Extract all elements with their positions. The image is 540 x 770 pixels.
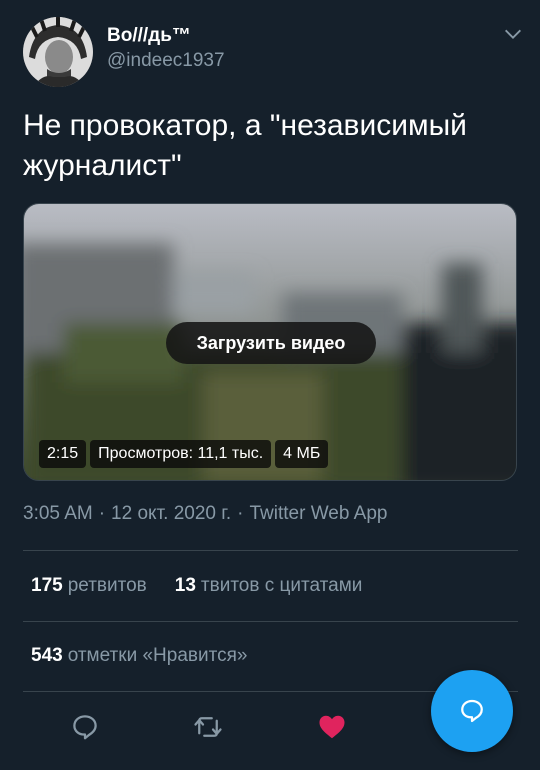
- divider: [23, 550, 518, 551]
- compose-icon: [461, 699, 483, 723]
- engagement-stats: 175 ретвитов 13 твитов с цитатами: [31, 575, 362, 597]
- tweet-date[interactable]: 12 окт. 2020 г.: [111, 503, 231, 525]
- avatar[interactable]: [23, 17, 93, 87]
- likes-stats: 543 отметки «Нравится»: [31, 645, 247, 667]
- tweet-source[interactable]: Twitter Web App: [249, 503, 387, 525]
- load-video-button[interactable]: Загрузить видео: [166, 322, 376, 364]
- video-preview[interactable]: Загрузить видео 2:15 Просмотров: 11,1 ты…: [23, 203, 517, 481]
- quotes-label: твитов с цитатами: [200, 575, 363, 596]
- likes-stat[interactable]: 543 отметки «Нравится»: [31, 645, 247, 667]
- likes-label: отметки «Нравится»: [67, 645, 248, 666]
- retweets-count: 175: [31, 575, 63, 596]
- video-views: Просмотров: 11,1 тыс.: [90, 440, 272, 468]
- retweets-stat[interactable]: 175 ретвитов: [31, 575, 147, 597]
- video-size: 4 МБ: [275, 440, 329, 468]
- user-info[interactable]: Во///дь™ @indeec1937: [107, 25, 225, 73]
- tweet-meta: 3:05 AM · 12 окт. 2020 г. · Twitter Web …: [23, 503, 387, 525]
- heart-icon[interactable]: [317, 712, 347, 742]
- compose-button[interactable]: [431, 670, 513, 752]
- video-stats: 2:15 Просмотров: 11,1 тыс. 4 МБ: [39, 440, 329, 468]
- reply-icon[interactable]: [70, 712, 100, 742]
- retweet-icon[interactable]: [193, 712, 223, 742]
- retweets-label: ретвитов: [67, 575, 147, 596]
- tweet-time[interactable]: 3:05 AM: [23, 503, 93, 525]
- tweet-header: Во///дь™ @indeec1937: [23, 17, 524, 87]
- meta-separator: ·: [98, 503, 106, 524]
- meta-separator: ·: [237, 503, 244, 524]
- video-duration: 2:15: [39, 440, 87, 468]
- tweet-text: Не провокатор, а "независимый журналист": [23, 109, 467, 182]
- divider: [23, 621, 518, 622]
- avatar-portrait: [23, 17, 93, 87]
- user-handle[interactable]: @indeec1937: [107, 49, 225, 73]
- display-name[interactable]: Во///дь™: [107, 25, 225, 47]
- quotes-stat[interactable]: 13 твитов с цитатами: [175, 575, 363, 597]
- chevron-down-icon[interactable]: [502, 23, 524, 45]
- likes-count: 543: [31, 645, 63, 666]
- quotes-count: 13: [174, 575, 196, 596]
